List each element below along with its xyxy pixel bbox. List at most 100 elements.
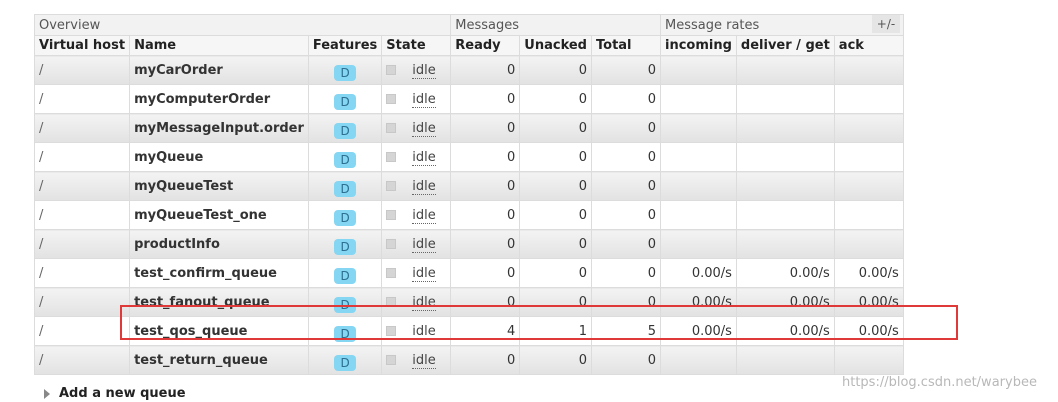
row-ready: 4: [450, 316, 521, 346]
row-deliver-get: [735, 84, 835, 114]
row-incoming: 0.00/s: [660, 316, 737, 346]
row-deliver-get: [735, 229, 835, 259]
state-indicator-icon: [386, 94, 397, 104]
row-features: D: [307, 316, 383, 346]
row-ack: [833, 142, 904, 172]
state-indicator-icon: [386, 210, 397, 220]
row-deliver-get: [735, 345, 835, 375]
row-deliver-get: [735, 142, 835, 172]
expand-triangle-icon: [44, 388, 50, 399]
queues-table: Overview Messages Message rates Virtual …: [33, 14, 904, 375]
row-unacked: 0: [519, 345, 592, 375]
columns-toggle-button[interactable]: +/-: [872, 15, 900, 33]
row-vhost: /: [33, 113, 131, 143]
row-ready: 0: [450, 229, 521, 259]
col-virtual-host[interactable]: Virtual host: [33, 35, 131, 56]
row-ack: 0.00/s: [833, 316, 904, 346]
row-incoming: 0.00/s: [660, 258, 737, 288]
col-total[interactable]: Total: [591, 35, 661, 56]
row-unacked: 0: [519, 171, 592, 201]
row-total: 0: [591, 345, 661, 375]
row-total: 0: [591, 229, 661, 259]
add-new-queue-toggle[interactable]: Add a new queue: [44, 386, 186, 401]
state-indicator-icon: [386, 123, 397, 133]
row-state: idle: [381, 345, 452, 375]
row-vhost: /: [33, 55, 131, 85]
column-header-row: Virtual host Name Features State Ready U…: [33, 35, 904, 56]
row-incoming: [660, 229, 737, 259]
row-features: D: [307, 142, 383, 172]
row-vhost: /: [33, 171, 131, 201]
row-state-text: idle: [412, 294, 436, 311]
row-queue-name-link[interactable]: myCarOrder: [129, 55, 309, 85]
row-queue-name-link[interactable]: myComputerOrder: [129, 84, 309, 114]
row-ack: 0.00/s: [833, 287, 904, 317]
row-ack: [833, 200, 904, 230]
row-vhost: /: [33, 200, 131, 230]
row-queue-name-link[interactable]: myQueueTest_one: [129, 200, 309, 230]
row-ready: 0: [450, 113, 521, 143]
row-state: idle: [381, 142, 452, 172]
row-queue-name-link[interactable]: productInfo: [129, 229, 309, 259]
state-indicator-icon: [386, 326, 397, 336]
col-unacked[interactable]: Unacked: [519, 35, 592, 56]
state-indicator-icon: [386, 355, 397, 365]
state-indicator-icon: [386, 268, 397, 278]
state-indicator-icon: [386, 152, 397, 162]
row-state-text: idle: [412, 323, 436, 340]
row-deliver-get: [735, 200, 835, 230]
row-incoming: [660, 113, 737, 143]
row-incoming: [660, 84, 737, 114]
row-state: idle: [381, 113, 452, 143]
group-header-overview: Overview: [33, 14, 452, 36]
col-deliver-get[interactable]: deliver / get: [735, 35, 835, 56]
row-unacked: 0: [519, 229, 592, 259]
row-queue-name-link[interactable]: myQueueTest: [129, 171, 309, 201]
durable-badge: D: [334, 65, 356, 81]
row-queue-name-link[interactable]: test_confirm_queue: [129, 258, 309, 288]
row-queue-name-link[interactable]: test_return_queue: [129, 345, 309, 375]
row-queue-name-link[interactable]: myMessageInput.order: [129, 113, 309, 143]
row-total: 0: [591, 200, 661, 230]
durable-badge: D: [334, 239, 356, 255]
row-unacked: 1: [519, 316, 592, 346]
table-row: / myMessageInput.order Didle 0 0 0: [33, 113, 904, 143]
row-state-text: idle: [412, 352, 436, 369]
row-total: 0: [591, 171, 661, 201]
row-queue-name-link[interactable]: test_fanout_queue: [129, 287, 309, 317]
row-queue-name-link[interactable]: test_qos_queue: [129, 316, 309, 346]
col-features[interactable]: Features: [307, 35, 383, 56]
table-row: / test_qos_queue Didle 4 1 5 0.00/s 0.00/s 0.00/…: [33, 316, 904, 346]
row-features: D: [307, 55, 383, 85]
row-ready: 0: [450, 258, 521, 288]
table-row: / myQueue Didle 0 0 0: [33, 142, 904, 172]
group-header-messages: Messages: [450, 14, 661, 36]
durable-badge: D: [334, 326, 356, 342]
row-features: D: [307, 200, 383, 230]
col-incoming[interactable]: incoming: [660, 35, 737, 56]
state-indicator-icon: [386, 239, 397, 249]
row-ready: 0: [450, 84, 521, 114]
row-incoming: [660, 171, 737, 201]
durable-badge: D: [334, 152, 356, 168]
col-ready[interactable]: Ready: [450, 35, 521, 56]
row-deliver-get: [735, 55, 835, 85]
row-total: 0: [591, 287, 661, 317]
row-total: 5: [591, 316, 661, 346]
col-state[interactable]: State: [381, 35, 452, 56]
row-deliver-get: 0.00/s: [735, 316, 835, 346]
row-state: idle: [381, 287, 452, 317]
table-row: / myQueueTest_one Didle 0 0 0: [33, 200, 904, 230]
col-name[interactable]: Name: [129, 35, 309, 56]
watermark: https://blog.csdn.net/warybee: [842, 375, 1037, 390]
col-ack[interactable]: ack: [833, 35, 904, 56]
row-features: D: [307, 258, 383, 288]
row-queue-name-link[interactable]: myQueue: [129, 142, 309, 172]
row-features: D: [307, 113, 383, 143]
durable-badge: D: [334, 94, 356, 110]
row-state-text: idle: [412, 236, 436, 253]
durable-badge: D: [334, 355, 356, 371]
row-unacked: 0: [519, 287, 592, 317]
row-deliver-get: 0.00/s: [735, 258, 835, 288]
row-ack: [833, 229, 904, 259]
